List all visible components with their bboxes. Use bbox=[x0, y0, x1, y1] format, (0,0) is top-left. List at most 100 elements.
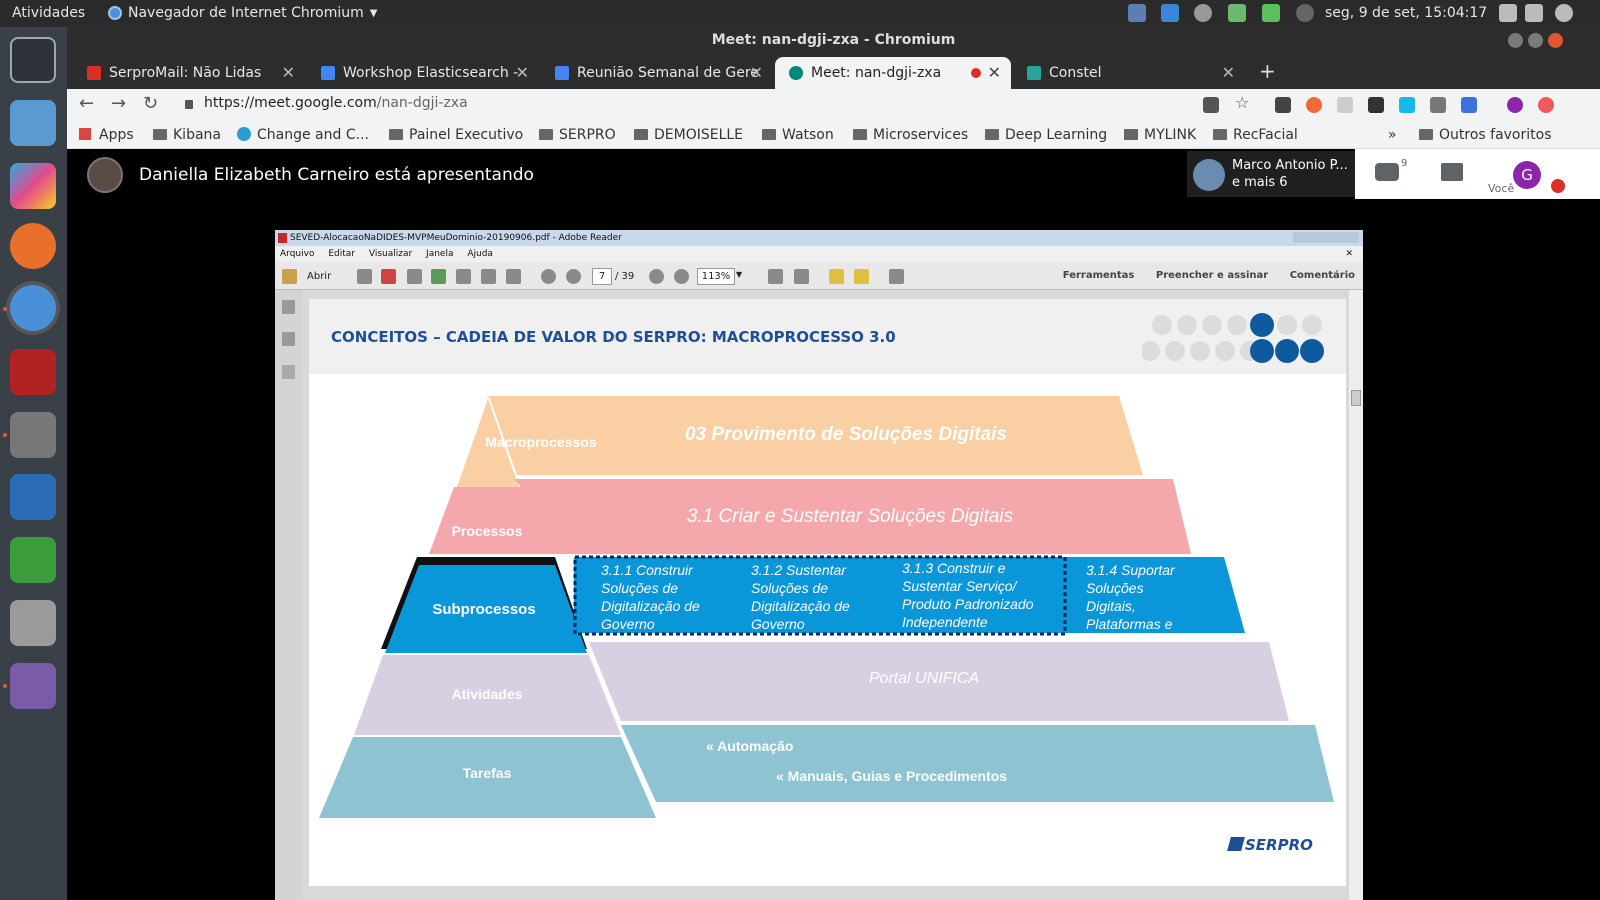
comment-link[interactable]: Comentário bbox=[1290, 270, 1355, 281]
self-avatar[interactable]: G bbox=[1513, 161, 1541, 189]
paperclip-icon[interactable] bbox=[282, 365, 295, 379]
firefox-icon[interactable] bbox=[10, 223, 56, 269]
extension-icon[interactable] bbox=[1306, 97, 1322, 113]
clock[interactable]: seg, 9 de set, 15:04:17 bbox=[1325, 5, 1487, 21]
fit-width-icon[interactable] bbox=[768, 269, 783, 284]
app-menu[interactable]: Navegador de Internet Chromium ▼ bbox=[108, 5, 377, 21]
activities-button[interactable]: Atividades bbox=[12, 5, 85, 21]
participant-tile[interactable]: Marco Antonio P... e mais 6 bbox=[1187, 151, 1355, 197]
close-tab-icon[interactable]: ✕ bbox=[988, 57, 1001, 89]
bookmark-icon[interactable] bbox=[282, 332, 295, 346]
back-icon[interactable]: ← bbox=[79, 93, 94, 114]
bookmark-kibana[interactable]: Kibana bbox=[153, 127, 221, 143]
puzzle-icon[interactable] bbox=[1228, 4, 1246, 22]
menu-visualizar[interactable]: Visualizar bbox=[369, 249, 412, 259]
tab-serpromail[interactable]: SerproMail: Não Lidas ✕ bbox=[73, 57, 305, 89]
forward-icon[interactable]: → bbox=[111, 93, 126, 114]
close-tab-icon[interactable]: ✕ bbox=[750, 57, 763, 89]
avatar-icon[interactable] bbox=[1507, 97, 1523, 113]
chat-icon[interactable] bbox=[1161, 4, 1179, 22]
fill-sign-link[interactable]: Preencher e assinar bbox=[1156, 270, 1268, 281]
menu-janela[interactable]: Janela bbox=[426, 249, 453, 259]
bookmarks-overflow-button[interactable]: » bbox=[1388, 127, 1397, 143]
files-icon[interactable] bbox=[10, 412, 56, 458]
extension-icon[interactable] bbox=[1368, 97, 1384, 113]
zoom-out-icon[interactable] bbox=[649, 269, 664, 284]
star-icon[interactable]: ☆ bbox=[1235, 95, 1251, 111]
create-pdf-icon[interactable] bbox=[357, 269, 372, 284]
calc-icon[interactable] bbox=[10, 537, 56, 583]
page-number-input[interactable]: 7 bbox=[592, 268, 612, 285]
bookmark-painel[interactable]: Painel Executivo bbox=[389, 127, 523, 143]
close-tab-icon[interactable]: ✕ bbox=[1222, 57, 1235, 89]
menu-arquivo[interactable]: Arquivo bbox=[280, 249, 314, 259]
window-controls[interactable] bbox=[1293, 232, 1359, 243]
people-icon[interactable] bbox=[1375, 163, 1399, 181]
menu-editar[interactable]: Editar bbox=[328, 249, 355, 259]
terminal-icon[interactable] bbox=[10, 349, 56, 395]
extension-icon[interactable] bbox=[1399, 97, 1415, 113]
email-icon[interactable] bbox=[506, 269, 521, 284]
minimize-button[interactable] bbox=[1508, 33, 1523, 48]
bookmark-mylink[interactable]: MYLINK bbox=[1124, 127, 1196, 143]
chromium-dock-icon[interactable] bbox=[10, 285, 56, 331]
upload-icon[interactable] bbox=[431, 269, 446, 284]
chevron-down-icon[interactable]: ▼ bbox=[736, 270, 742, 279]
extension-icon[interactable] bbox=[1337, 97, 1353, 113]
zoom-in-icon[interactable] bbox=[674, 269, 689, 284]
bookmark-change[interactable]: Change and C... bbox=[237, 127, 369, 143]
edit-icon[interactable] bbox=[407, 269, 422, 284]
new-tab-button[interactable]: + bbox=[1259, 59, 1276, 83]
bookmark-serpro[interactable]: SERPRO bbox=[539, 127, 616, 143]
open-button[interactable]: Abrir bbox=[307, 271, 331, 282]
extension-icon[interactable] bbox=[1430, 97, 1446, 113]
settings-icon[interactable] bbox=[10, 600, 56, 646]
pages-icon[interactable] bbox=[282, 300, 295, 314]
extension-icon[interactable] bbox=[1461, 97, 1477, 113]
highlight-icon[interactable] bbox=[854, 269, 869, 284]
print-icon[interactable] bbox=[481, 269, 496, 284]
close-document-icon[interactable]: ✕ bbox=[1345, 246, 1353, 262]
skype-icon[interactable] bbox=[1194, 4, 1212, 22]
tools-link[interactable]: Ferramentas bbox=[1063, 270, 1135, 281]
network-icon[interactable] bbox=[1499, 4, 1517, 22]
bookmark-apps[interactable]: Apps bbox=[79, 127, 134, 143]
bookmark-demoiselle[interactable]: DEMOISELLE bbox=[634, 127, 743, 143]
tab-workshop[interactable]: Workshop Elasticsearch - ✕ bbox=[307, 57, 539, 89]
bookmark-watson[interactable]: Watson bbox=[762, 127, 834, 143]
tab-constel[interactable]: Constel ✕ bbox=[1013, 57, 1245, 89]
bookmark-recfacial[interactable]: RecFacial bbox=[1213, 127, 1298, 143]
convert-icon[interactable] bbox=[381, 269, 396, 284]
scroll-thumb[interactable] bbox=[1351, 390, 1361, 406]
comment-icon[interactable] bbox=[829, 269, 844, 284]
reload-icon[interactable]: ↻ bbox=[143, 93, 158, 114]
camera-icon[interactable] bbox=[1203, 97, 1219, 113]
bookmark-other[interactable]: Outros favoritos bbox=[1419, 127, 1552, 143]
extension-icon[interactable] bbox=[1262, 4, 1280, 22]
address-bar[interactable]: https://meet.google.com/nan-dgji-zxa bbox=[204, 95, 468, 111]
fit-page-icon[interactable] bbox=[794, 269, 809, 284]
page-up-icon[interactable] bbox=[541, 269, 556, 284]
close-window-button[interactable] bbox=[1548, 33, 1563, 48]
menu-ajuda[interactable]: Ajuda bbox=[467, 249, 493, 259]
maximize-button[interactable] bbox=[1528, 33, 1543, 48]
screen-icon[interactable] bbox=[1128, 4, 1146, 22]
fullscreen-icon[interactable] bbox=[889, 269, 904, 284]
zoom-select[interactable]: 113% bbox=[697, 268, 735, 285]
extension-icon[interactable] bbox=[1275, 97, 1291, 113]
chat-icon[interactable] bbox=[1441, 163, 1463, 181]
close-tab-icon[interactable]: ✕ bbox=[282, 57, 295, 89]
folder-open-icon[interactable] bbox=[282, 269, 297, 284]
save-icon[interactable] bbox=[456, 269, 471, 284]
pencil-app-icon[interactable] bbox=[10, 163, 56, 209]
close-tab-icon[interactable]: ✕ bbox=[516, 57, 529, 89]
weather-icon[interactable] bbox=[1296, 4, 1314, 22]
tab-meet[interactable]: Meet: nan-dgji-zxa ✕ bbox=[775, 57, 1011, 89]
ubuntu-logo-icon[interactable] bbox=[10, 37, 56, 83]
pidgin-icon[interactable] bbox=[10, 663, 56, 709]
bookmark-deep-learning[interactable]: Deep Learning bbox=[985, 127, 1107, 143]
page-down-icon[interactable] bbox=[566, 269, 581, 284]
extension-icon[interactable] bbox=[1538, 97, 1554, 113]
bookmark-microservices[interactable]: Microservices bbox=[853, 127, 968, 143]
tab-reuniao[interactable]: Reunião Semanal de Gere ✕ bbox=[541, 57, 773, 89]
